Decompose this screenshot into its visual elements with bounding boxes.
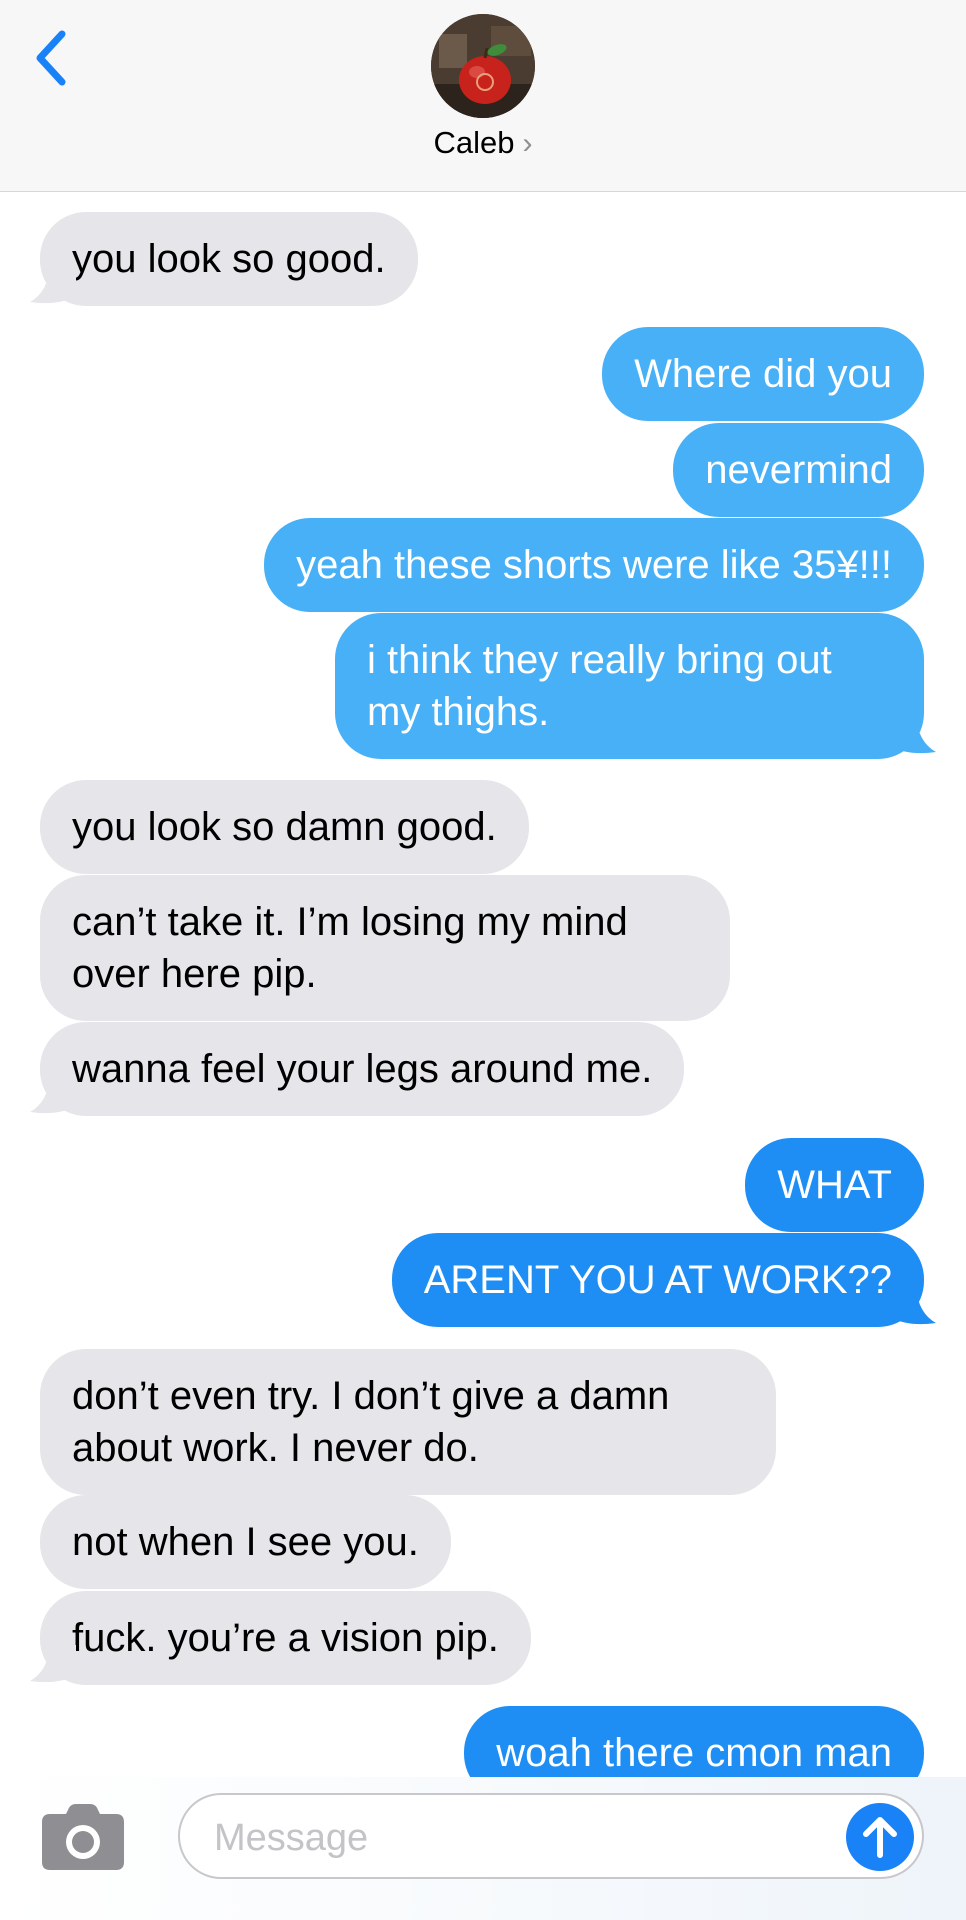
message-bubble-incoming[interactable]: not when I see you.	[40, 1495, 451, 1589]
message-text: wanna feel your legs around me.	[72, 1047, 653, 1091]
bubble-tail	[30, 1076, 76, 1114]
message-text: don’t even try. I don’t give a damn abou…	[72, 1374, 670, 1470]
apple-photo	[431, 14, 535, 118]
message-bubble-outgoing[interactable]: ARENT YOU AT WORK??	[391, 1233, 924, 1327]
message-text: fuck. you’re a vision pip.	[72, 1616, 499, 1660]
bubble-tail	[30, 266, 76, 304]
message-text: yeah these shorts were like 35¥!!!	[296, 543, 892, 587]
message-bubble-outgoing[interactable]: Where did you	[602, 327, 924, 421]
message-bubble-outgoing[interactable]: woah there cmon man	[464, 1706, 924, 1777]
message-bubble-incoming[interactable]: wanna feel your legs around me.	[40, 1022, 685, 1116]
message-input[interactable]: Message	[178, 1793, 924, 1879]
message-bubble-incoming[interactable]: don’t even try. I don’t give a damn abou…	[40, 1349, 776, 1495]
message-bubble-outgoing[interactable]: i think they really bring out my thighs.	[335, 613, 924, 759]
send-button[interactable]	[846, 1803, 914, 1871]
chevron-right-icon: ›	[522, 127, 533, 160]
bubble-tail	[30, 1645, 76, 1683]
camera-button[interactable]	[42, 1804, 124, 1870]
contact-avatar[interactable]	[431, 14, 535, 118]
message-text: not when I see you.	[72, 1520, 419, 1564]
compose-bar: Message	[0, 1777, 966, 1920]
message-bubble-outgoing[interactable]: nevermind	[673, 423, 924, 517]
message-bubble-outgoing[interactable]: yeah these shorts were like 35¥!!!	[264, 518, 924, 612]
contact-name-button[interactable]: Caleb ›	[0, 125, 966, 161]
bubble-tail	[890, 1287, 936, 1325]
message-text: you look so good.	[72, 237, 386, 281]
camera-icon	[42, 1804, 124, 1870]
chevron-left-icon	[36, 30, 66, 86]
message-text: WHAT	[777, 1163, 892, 1207]
message-bubble-incoming[interactable]: fuck. you’re a vision pip.	[40, 1591, 531, 1685]
message-text: ARENT YOU AT WORK??	[423, 1258, 892, 1302]
message-bubble-outgoing[interactable]: WHAT	[745, 1138, 924, 1232]
bubble-tail	[890, 716, 936, 754]
back-button[interactable]	[22, 24, 82, 94]
message-text: i think they really bring out my thighs.	[367, 638, 832, 734]
message-bubble-incoming[interactable]: you look so good.	[40, 212, 418, 306]
message-text: woah there cmon man	[496, 1731, 892, 1775]
conversation-header: Caleb ›	[0, 0, 966, 192]
message-text: nevermind	[705, 448, 892, 492]
arrow-up-icon	[863, 1817, 897, 1858]
message-text: you look so damn good.	[72, 805, 497, 849]
message-bubble-incoming[interactable]: you look so damn good.	[40, 780, 529, 874]
message-bubble-incoming[interactable]: can’t take it. I’m losing my mind over h…	[40, 875, 730, 1021]
contact-name: Caleb	[433, 125, 515, 160]
message-text: Where did you	[634, 352, 892, 396]
message-list[interactable]: you look so good. Where did you nevermin…	[0, 192, 966, 1777]
message-placeholder: Message	[214, 1817, 369, 1859]
message-text: can’t take it. I’m losing my mind over h…	[72, 900, 628, 996]
